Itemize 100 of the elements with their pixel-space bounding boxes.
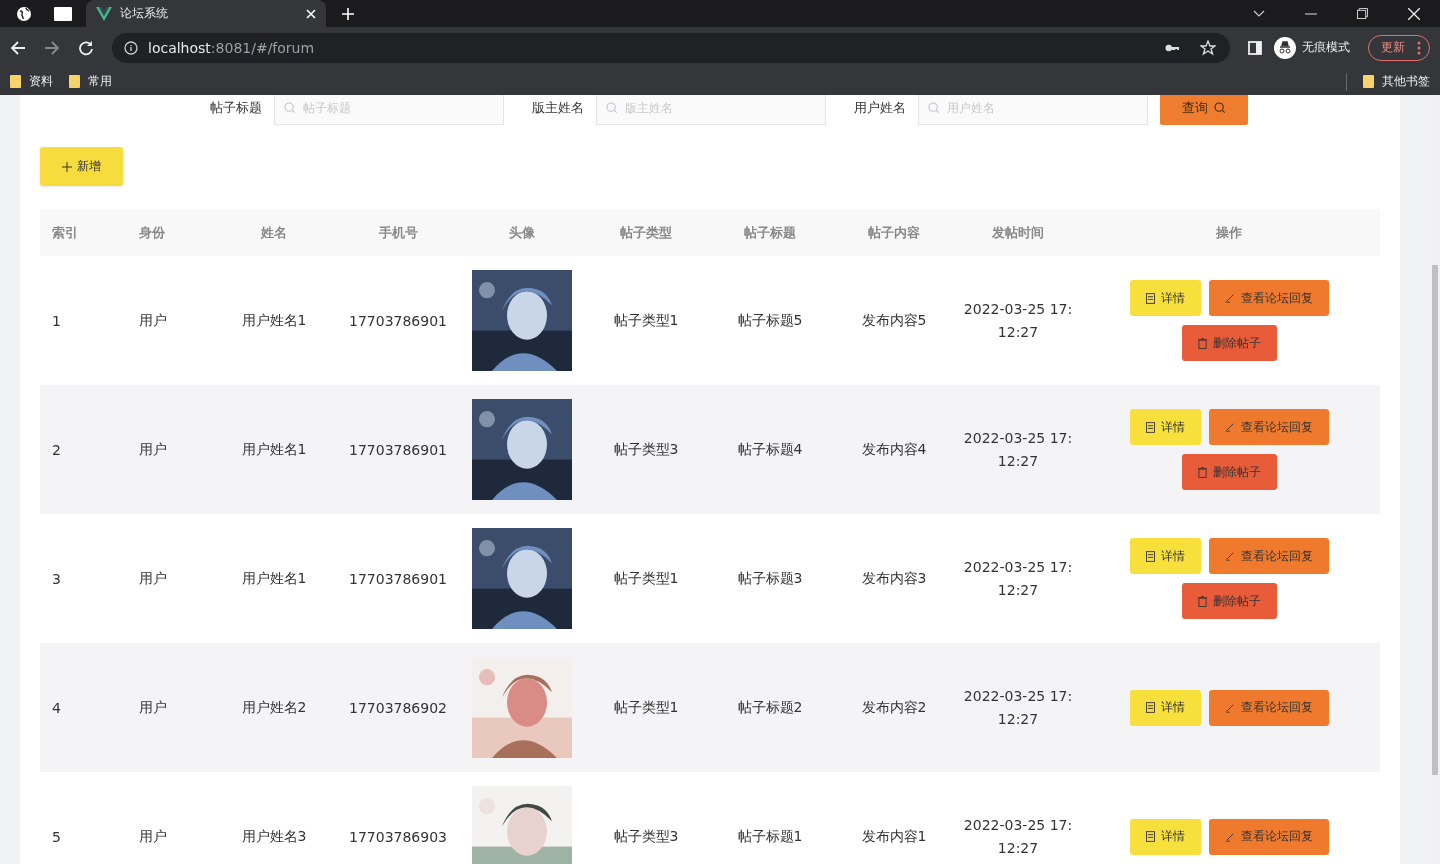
table-cell: 4 (52, 699, 61, 716)
view-replies-button[interactable]: 查看论坛回复 (1208, 689, 1329, 726)
more-icon (1417, 40, 1421, 55)
table-cell-text: 2022-03-25 17:12:27 (963, 428, 1073, 471)
table-cell: 帖子标题5 (737, 311, 803, 330)
trash-icon (1197, 337, 1207, 349)
update-button[interactable]: 更新 (1368, 34, 1430, 61)
table-cell: 发布内容4 (861, 440, 927, 459)
window-icon[interactable] (54, 6, 72, 21)
bookmark-folder[interactable]: 资料 (10, 73, 53, 90)
table-cell: 1 (52, 312, 61, 329)
table-cell: 17703786901 (349, 441, 447, 458)
detail-button[interactable]: 详情 (1129, 818, 1201, 855)
table-cell: 帖子类型1 (613, 698, 679, 717)
table-cell: 17703786901 (349, 570, 447, 587)
column-header: 姓名 (261, 223, 287, 242)
folder-icon (69, 75, 80, 88)
pencil-icon (1224, 551, 1235, 561)
table-cell: 帖子类型1 (613, 311, 679, 330)
detail-button[interactable]: 详情 (1129, 409, 1201, 445)
document-icon (1145, 550, 1155, 562)
restore-icon[interactable] (1357, 8, 1368, 19)
view-replies-button[interactable]: 查看论坛回复 (1208, 409, 1329, 445)
table-cell-text: 2022-03-25 17:12:27 (963, 686, 1073, 729)
table-cell: 17703786901 (349, 312, 447, 329)
delete-post-button[interactable]: 删除帖子 (1181, 325, 1277, 361)
table-cell: 帖子标题4 (737, 440, 803, 459)
table-cell: 发布内容2 (861, 698, 927, 717)
key-icon[interactable] (1165, 42, 1180, 53)
browser-tab[interactable]: 论坛系统 (86, 0, 326, 27)
bookmark-folder[interactable]: 常用 (69, 73, 112, 90)
incognito-icon (1274, 36, 1296, 59)
table-cell: 用户 (139, 311, 167, 330)
table-cell: 发布内容1 (861, 827, 927, 846)
field-label: 版主姓名 (531, 99, 585, 117)
table-cell: 帖子标题3 (737, 569, 803, 588)
table-cell: 用户姓名2 (241, 698, 307, 717)
pencil-icon (1224, 831, 1235, 842)
pencil-icon (1224, 702, 1235, 713)
delete-post-button[interactable]: 删除帖子 (1181, 583, 1277, 619)
search-icon (284, 102, 296, 114)
document-icon (1145, 702, 1155, 713)
delete-post-button[interactable]: 删除帖子 (1181, 454, 1277, 490)
table-cell: 发布内容5 (861, 311, 927, 330)
search-button[interactable]: 查询 (1160, 95, 1248, 125)
table-cell: 用户 (139, 698, 167, 717)
reload-icon[interactable] (78, 39, 94, 56)
table-cell: 用户姓名1 (241, 311, 307, 330)
back-icon[interactable] (10, 39, 26, 56)
globe-icon[interactable] (16, 5, 32, 22)
address-bar[interactable]: localhost:8081/#/forum (112, 32, 1230, 63)
table-cell: 用户 (139, 569, 167, 588)
column-header: 索引 (52, 223, 78, 242)
table-cell: 用户姓名1 (241, 569, 307, 588)
trash-icon (1197, 595, 1207, 607)
scrollbar-thumb[interactable] (1432, 265, 1438, 775)
field-label: 帖子标题 (209, 99, 263, 117)
forward-icon[interactable] (44, 39, 60, 56)
bookmark-folder[interactable]: 其他书签 (1363, 73, 1430, 90)
table-cell: 用户 (139, 827, 167, 846)
table-cell: 发布内容3 (861, 569, 927, 588)
info-icon (124, 40, 138, 55)
view-replies-button[interactable]: 查看论坛回复 (1208, 280, 1329, 316)
table-cell: 帖子类型3 (613, 440, 679, 459)
pencil-icon (1224, 293, 1235, 303)
detail-button[interactable]: 详情 (1129, 538, 1201, 574)
view-replies-button[interactable]: 查看论坛回复 (1208, 538, 1329, 574)
minimize-icon[interactable] (1305, 12, 1317, 15)
table-cell: 3 (52, 570, 61, 587)
chevron-down-icon[interactable] (1253, 9, 1265, 18)
table-cell: 17703786902 (349, 699, 447, 716)
table-cell-text: 2022-03-25 17:12:27 (963, 557, 1073, 600)
star-icon[interactable] (1200, 39, 1216, 56)
tab-title: 论坛系统 (120, 5, 169, 22)
column-header: 帖子标题 (744, 223, 796, 242)
table-cell: 用户 (139, 440, 167, 459)
close-icon[interactable] (1408, 7, 1420, 20)
column-header: 手机号 (378, 223, 418, 242)
vue-logo-icon (96, 6, 112, 21)
column-header: 操作 (1216, 223, 1242, 242)
table-cell: 帖子类型1 (613, 569, 679, 588)
table-cell: 17703786903 (349, 828, 447, 845)
detail-button[interactable]: 详情 (1129, 689, 1201, 726)
table-cell-text: 2022-03-25 17:12:27 (963, 299, 1073, 342)
search-icon (928, 102, 940, 114)
detail-button[interactable]: 详情 (1129, 280, 1201, 316)
table-cell: 5 (52, 828, 61, 845)
new-tab-icon[interactable] (342, 7, 354, 20)
add-button[interactable]: 新增 (40, 147, 123, 186)
column-header: 发帖时间 (992, 223, 1044, 242)
field-label: 用户姓名 (853, 99, 907, 117)
document-icon (1145, 421, 1155, 433)
side-panel-icon[interactable] (1248, 40, 1262, 55)
folder-icon (1363, 75, 1374, 88)
pencil-icon (1224, 422, 1235, 432)
incognito-badge[interactable]: 无痕模式 (1274, 36, 1350, 59)
table-cell: 用户姓名1 (241, 440, 307, 459)
view-replies-button[interactable]: 查看论坛回复 (1208, 818, 1329, 855)
document-icon (1145, 292, 1155, 304)
plus-icon (62, 161, 72, 172)
